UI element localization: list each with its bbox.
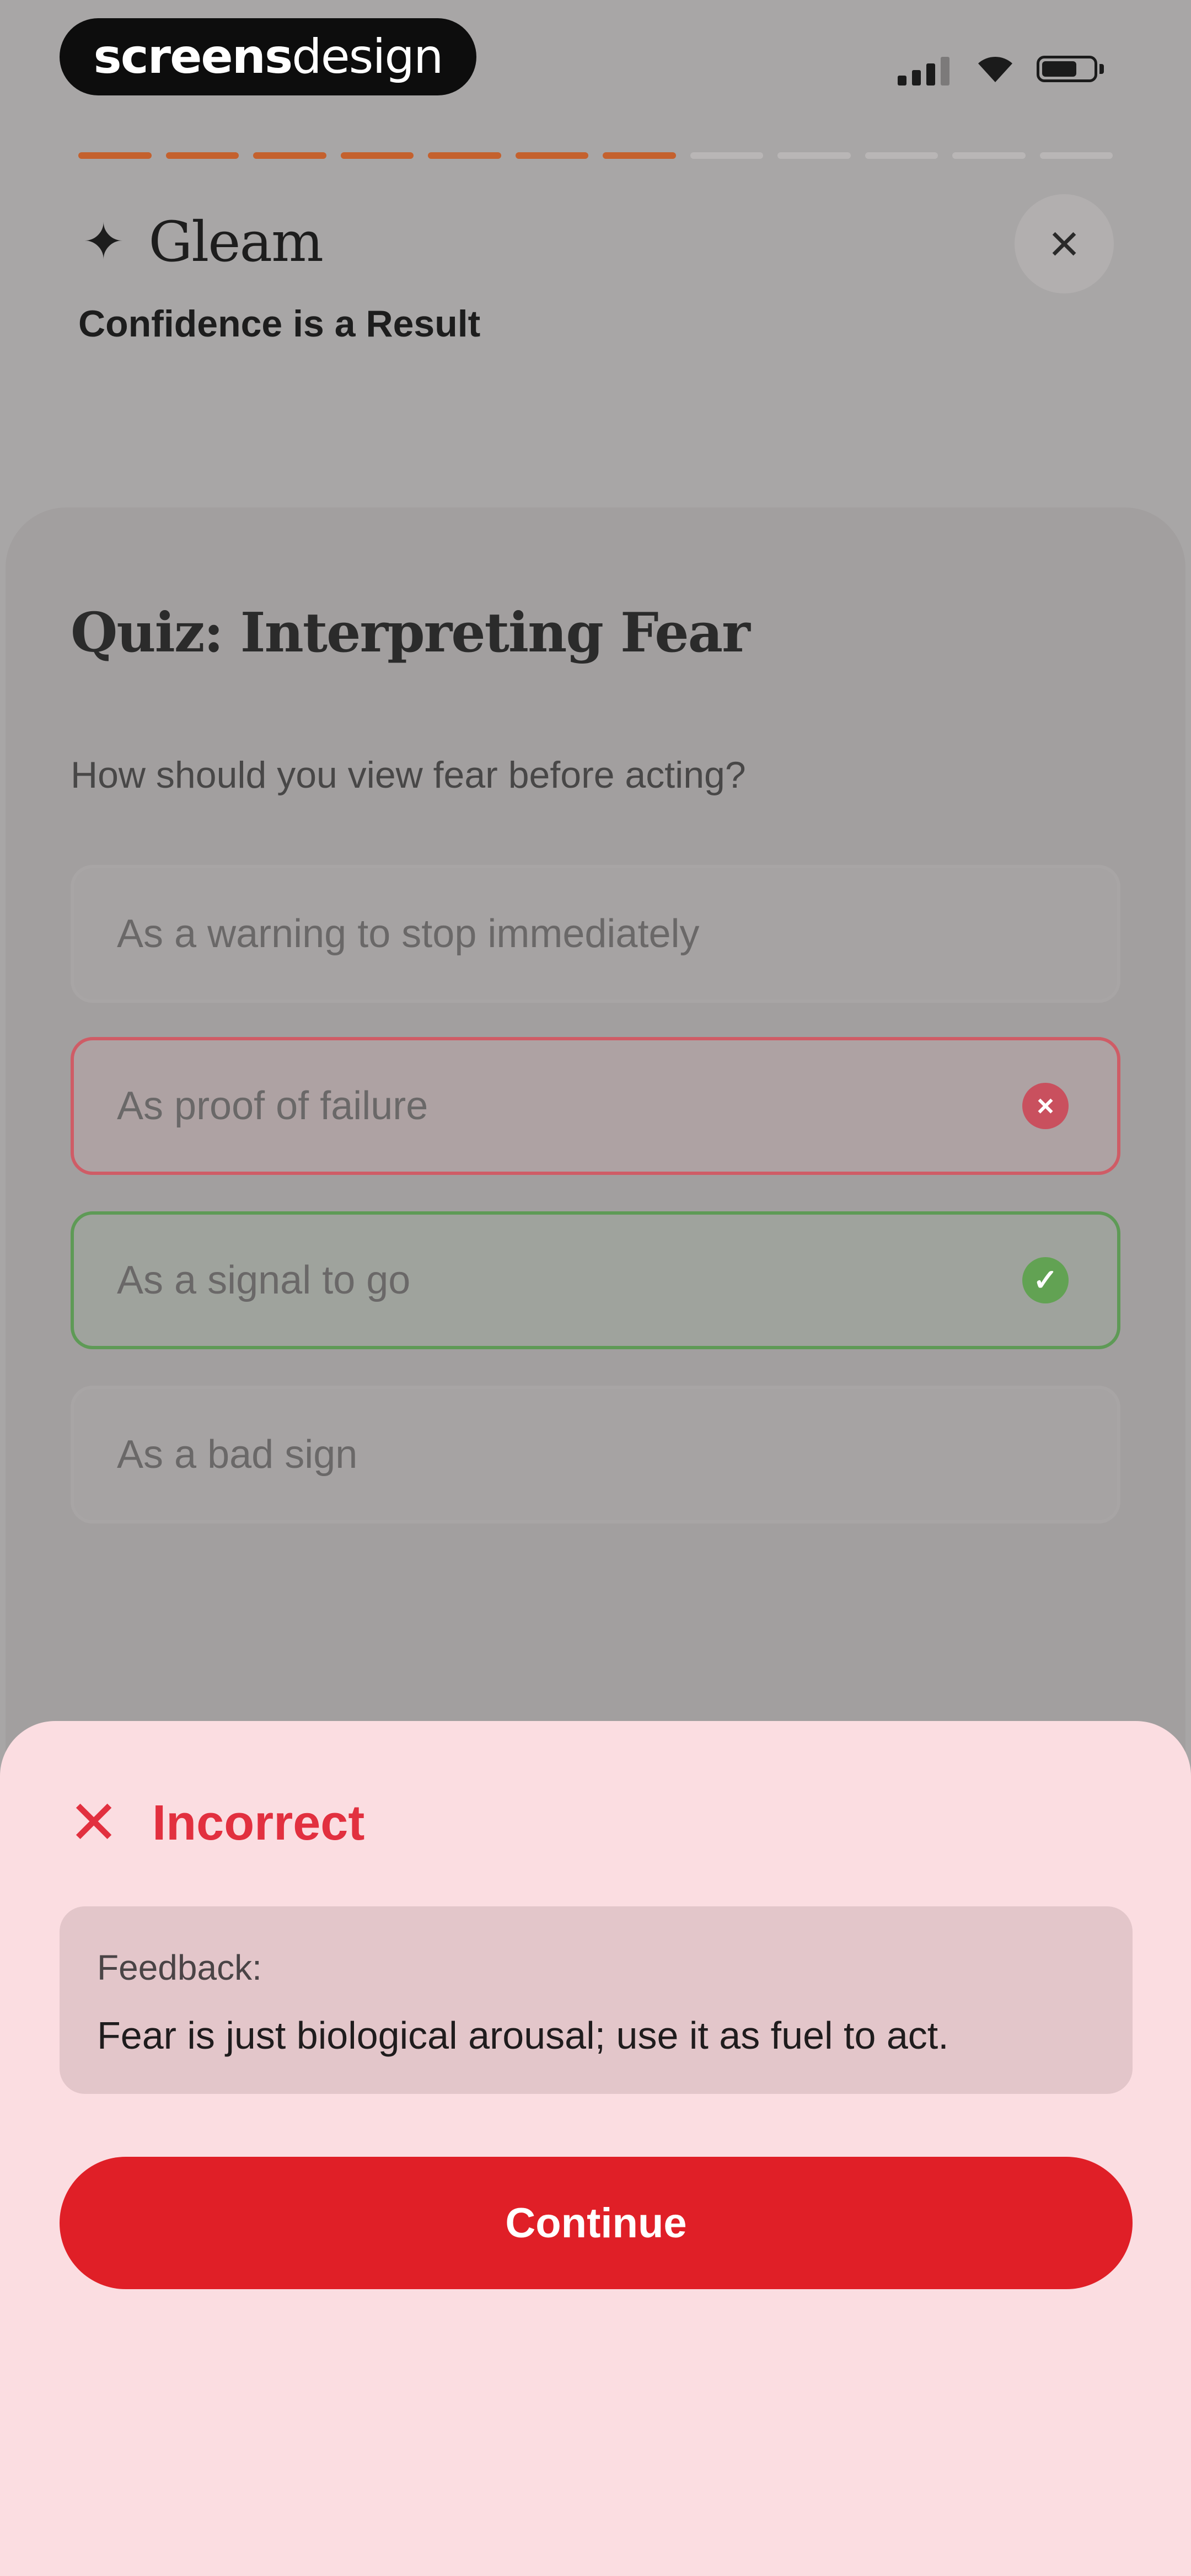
progress-segment (777, 152, 851, 159)
progress-segment (1039, 152, 1113, 159)
progress-segment (690, 152, 763, 159)
progress-segment (865, 152, 938, 159)
result-status-text: Incorrect (152, 1795, 365, 1851)
feedback-box (60, 1906, 1133, 2094)
answer-option[interactable]: As a bad sign (71, 1386, 1120, 1524)
result-status: ✕ Incorrect (68, 1793, 364, 1853)
feedback-label: Feedback: (97, 1948, 262, 1987)
progress-segment (428, 152, 501, 159)
continue-button[interactable]: Continue (60, 2157, 1133, 2289)
progress-segment (165, 152, 239, 159)
x-icon: ✕ (68, 1789, 120, 1857)
wifi-icon (976, 52, 1015, 85)
incorrect-mark-icon: × (1022, 1083, 1069, 1129)
quiz-question: How should you view fear before acting? (71, 754, 746, 796)
progress-segment (340, 152, 414, 159)
answer-option-incorrect[interactable]: As proof of failure × (71, 1037, 1120, 1175)
answer-option[interactable]: As a warning to stop immediately (71, 865, 1120, 1003)
close-button[interactable]: × (1015, 194, 1114, 293)
answer-option-correct[interactable]: As a signal to go ✓ (71, 1211, 1120, 1349)
progress-segment (253, 152, 326, 159)
screensdesign-watermark: screens design (60, 18, 476, 95)
watermark-bold-text: screens (93, 29, 293, 84)
progress-segment (603, 152, 676, 159)
answer-option-label: As a signal to go (117, 1258, 411, 1302)
progress-segment (515, 152, 588, 159)
progress-segment (78, 152, 152, 159)
app-header: ✦ Gleam (83, 210, 324, 274)
close-icon: × (1048, 214, 1080, 273)
watermark-light-text: design (292, 29, 443, 84)
answer-option-label: As proof of failure (117, 1084, 428, 1128)
cellular-signal-icon (898, 52, 949, 85)
lesson-progress-bar (78, 149, 1113, 162)
lesson-title: Confidence is a Result (78, 303, 481, 345)
sparkle-icon: ✦ (83, 214, 125, 270)
quiz-title: Quiz: Interpreting Fear (71, 601, 750, 665)
checkmark-icon: ✓ (1022, 1257, 1069, 1303)
progress-segment (952, 152, 1026, 159)
battery-icon (1037, 52, 1104, 85)
feedback-text: Fear is just biological arousal; use it … (97, 2014, 949, 2057)
answer-option-label: As a warning to stop immediately (117, 912, 700, 956)
brand-name: Gleam (148, 210, 323, 274)
answer-option-label: As a bad sign (117, 1433, 358, 1477)
